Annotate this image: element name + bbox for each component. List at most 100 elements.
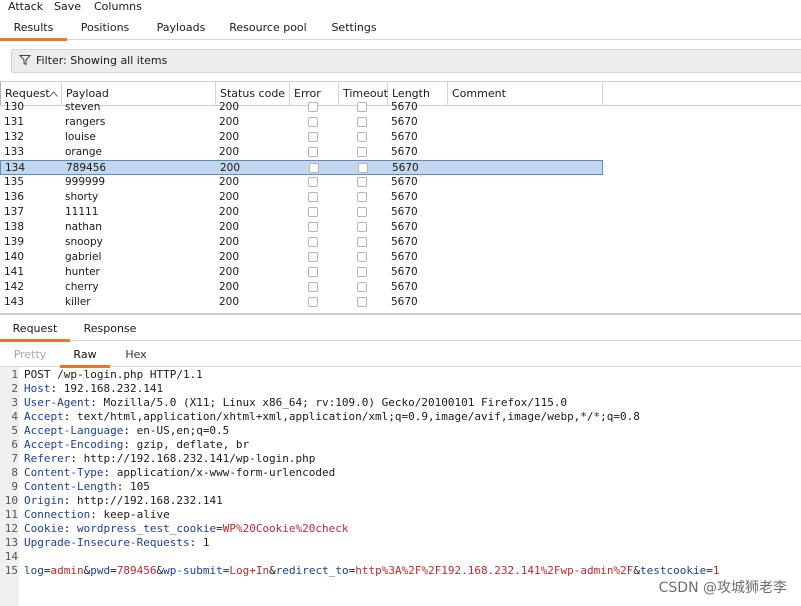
table-row[interactable]: 140 gabriel 200 5670 [0,250,603,265]
cell-payload: 11111 [65,206,99,218]
table-row[interactable]: 131 rangers 200 5670 [0,115,603,130]
pane-divider[interactable] [0,313,801,315]
timeout-checkbox [357,267,367,277]
cell-request: 141 [4,266,25,278]
table-row[interactable]: 138 nathan 200 5670 [0,220,603,235]
line-number: 7 [11,452,18,465]
param-name: testcookie [640,564,707,577]
param-separator: & [633,564,640,577]
tab-payloads[interactable]: Payloads [149,17,213,38]
cell-request: 132 [4,131,25,143]
cell-length: 5670 [392,162,419,174]
cell-request: 139 [4,236,25,248]
cell-length: 5670 [391,251,418,263]
tab-resource-pool[interactable]: Resource pool [225,17,311,38]
cookie-value: WP%20Cookie%20check [222,522,349,535]
table-row[interactable]: 132 louise 200 5670 [0,130,603,145]
column-request-label: Request [5,87,50,100]
timeout-checkbox [357,102,367,112]
line-number: 8 [11,466,18,479]
timeout-checkbox [357,117,367,127]
cell-length: 5670 [391,191,418,203]
timeout-checkbox [357,207,367,217]
cell-payload: louise [65,131,96,143]
line-number: 14 [4,550,18,563]
timeout-checkbox [358,163,368,173]
param-separator: & [269,564,276,577]
table-row[interactable]: 143 killer 200 5670 [0,295,603,310]
cell-status-code: 200 [219,236,240,248]
cell-payload: snoopy [65,236,103,248]
menu-attack[interactable]: Attack [8,0,43,14]
table-row[interactable]: 137 11111 200 5670 [0,205,603,220]
table-body: 130 steven 200 5670 131 rangers 200 5670 132 loui… [0,100,801,313]
table-row[interactable]: 134 789456 200 5670 [0,160,603,175]
cell-request: 143 [4,296,25,308]
param-name: wp-submit [163,564,223,577]
cell-payload: hunter [65,266,100,278]
cell-status-code: 200 [219,176,240,188]
param-separator: = [706,564,713,577]
param-value: Log+In [229,564,270,577]
cell-length: 5670 [391,281,418,293]
error-checkbox [308,222,318,232]
cell-payload: cherry [65,281,99,293]
cell-length: 5670 [391,236,418,248]
cell-payload: orange [65,146,102,158]
filter-text: Filter: Showing all items [36,54,168,67]
error-checkbox [308,117,318,127]
header-name: Accept [24,410,64,423]
header-name: Accept-Language [24,424,124,437]
table-row[interactable]: 133 orange 200 5670 [0,145,603,160]
line-number: 11 [4,508,18,521]
table-row[interactable]: 135 999999 200 5670 [0,175,603,190]
cell-status-code: 200 [219,101,240,113]
main-tab-bar: Results Positions Payloads Resource pool… [0,17,801,41]
tab-settings[interactable]: Settings [323,17,385,38]
cell-status-code: 200 [219,146,240,158]
line-code: Connection: keep-alive [24,508,170,522]
raw-request-editor[interactable]: 1 POST /wp-login.php HTTP/1.1 2 Host: 192.1… [0,367,801,606]
menu-save[interactable]: Save [54,0,81,14]
tab-results[interactable]: Results [0,17,67,41]
header-value: : en-US,en;q=0.5 [123,424,230,437]
line-number: 3 [11,396,18,409]
tab-pretty[interactable]: Pretty [8,344,52,365]
cell-status-code: 200 [219,266,240,278]
header-name: Content-Length [24,480,117,493]
cell-status-code: 200 [219,296,240,308]
table-row[interactable]: 142 cherry 200 5670 [0,280,603,295]
error-checkbox [308,267,318,277]
tab-raw[interactable]: Raw [60,344,110,368]
tab-request[interactable]: Request [0,318,70,342]
header-value: : http://192.168.232.141/wp-login.php [70,452,316,465]
line-number: 13 [4,536,18,549]
filter-bar[interactable]: Filter: Showing all items [11,49,801,73]
line-number: 12 [4,522,18,535]
table-row[interactable]: 141 hunter 200 5670 [0,265,603,280]
table-row[interactable]: 136 shorty 200 5670 [0,190,603,205]
header-name: User-Agent [24,396,91,409]
tab-positions[interactable]: Positions [73,17,137,38]
cell-length: 5670 [391,176,418,188]
error-checkbox [308,102,318,112]
timeout-checkbox [357,237,367,247]
param-name: redirect_to [275,564,349,577]
cell-payload: rangers [65,116,106,128]
header-name: Origin [24,494,64,507]
param-value: http%3A%2F%2F192.168.232.141%2Fwp-admin%… [355,564,634,577]
timeout-checkbox [357,192,367,202]
watermark: CSDN @攻城狮老李 [658,580,787,596]
cell-payload: shorty [65,191,99,203]
line-number: 4 [11,410,18,423]
tab-hex[interactable]: Hex [118,344,154,365]
tab-response[interactable]: Response [76,318,144,339]
menu-columns[interactable]: Columns [94,0,142,14]
line-code: Accept-Language: en-US,en;q=0.5 [24,424,229,438]
header-name: Content-Type [24,466,104,479]
table-row[interactable]: 139 snoopy 200 5670 [0,235,603,250]
timeout-checkbox [357,147,367,157]
line-code: Cookie: wordpress_test_cookie=WP%20Cooki… [24,522,349,536]
table-row[interactable]: 130 steven 200 5670 [0,100,603,115]
line-code: Upgrade-Insecure-Requests: 1 [24,536,209,550]
